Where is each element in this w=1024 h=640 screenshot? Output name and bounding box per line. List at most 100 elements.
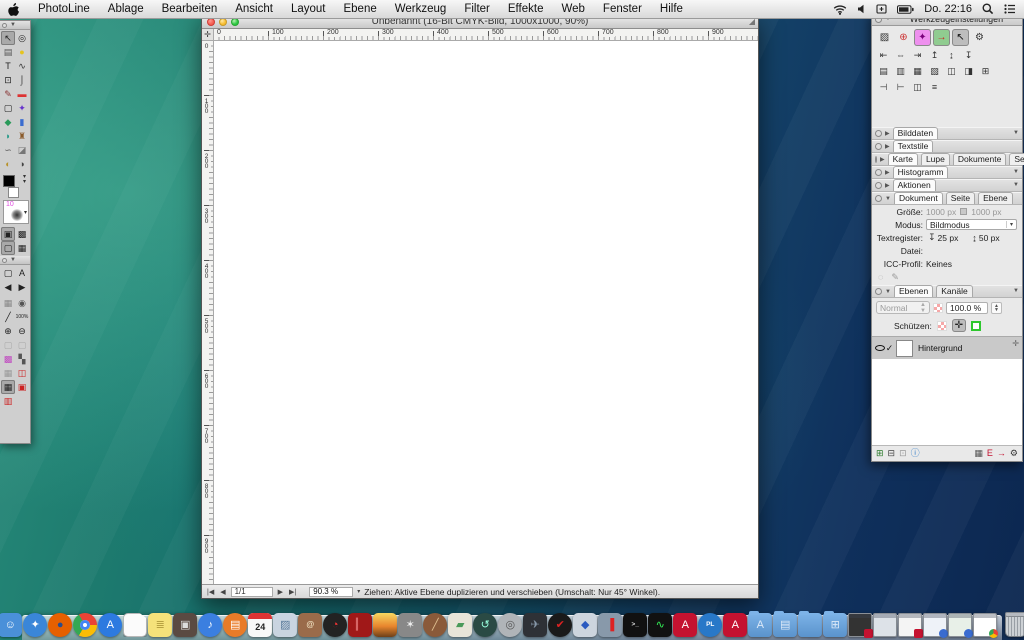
dock-ibooks[interactable]: ▤ (223, 613, 247, 637)
ruler-origin-icon[interactable]: ✛ (202, 29, 214, 41)
tab-histogramm[interactable]: Histogramm (893, 166, 949, 178)
camera-icon[interactable]: ◉ (15, 296, 29, 310)
close-button[interactable] (875, 182, 882, 189)
expand-icon[interactable]: ▶ (880, 156, 885, 163)
menubar-clock[interactable]: Do. 22:16 (924, 3, 972, 15)
canvas[interactable] (214, 41, 758, 584)
space-h-icon[interactable]: ⊣ (877, 81, 890, 93)
size-height-value[interactable]: 1000 px (971, 207, 1001, 217)
dock-finder[interactable]: ☺ (0, 613, 22, 637)
layer-mask-icon[interactable]: ▣ (1, 227, 15, 241)
dock-remote-desktop[interactable]: ▐ (598, 613, 622, 637)
tab-seiten[interactable]: Seiten (1009, 153, 1024, 165)
expand-icon[interactable]: ▶ (885, 182, 890, 189)
next-page-button[interactable]: ▶ (277, 588, 284, 596)
expand-icon[interactable]: ▶ (885, 169, 890, 176)
dock-minimized-window-1[interactable] (873, 613, 897, 637)
size-match-icon[interactable]: ◫ (911, 81, 924, 93)
dock-photoline[interactable]: PL (698, 613, 722, 637)
palette-collapse-icon[interactable]: ▼ (10, 22, 16, 28)
distribute-middle-icon[interactable]: ◫ (945, 65, 958, 77)
input-source-icon[interactable] (876, 4, 887, 14)
dock-iphoto[interactable] (373, 613, 397, 637)
layer-expand-icon[interactable]: ✛ (1012, 339, 1019, 348)
image-layer-button[interactable]: ▦ (974, 449, 983, 458)
menu-item[interactable]: Filter (455, 3, 499, 15)
smudge-tool[interactable]: ∽ (1, 143, 15, 157)
dock-maps[interactable]: ▰ (448, 613, 472, 637)
dock-stickies[interactable]: ≣ (148, 613, 172, 637)
background-color-swatch[interactable] (8, 187, 19, 198)
select-tool[interactable]: ↖ (1, 31, 15, 45)
size-width-value[interactable]: 1000 px (926, 207, 956, 217)
distribute-space-icon[interactable]: ⊞ (979, 65, 992, 77)
menu-item[interactable]: Web (552, 3, 593, 15)
trash-icon[interactable]: ◌ (878, 273, 883, 282)
magic-wand-tool[interactable]: ✦ (15, 101, 29, 115)
gear-icon[interactable]: ⚙ (971, 29, 988, 46)
line-icon[interactable]: ╱ (1, 310, 15, 324)
dock-folder-generic[interactable] (798, 613, 822, 637)
eraser-tool[interactable]: ◪ (15, 143, 29, 157)
menu-item[interactable]: PhotoLine (29, 3, 99, 15)
close-button[interactable] (875, 130, 882, 137)
fill-tool[interactable]: ◆ (1, 115, 15, 129)
sub-panel-collapse-icon[interactable]: ▼ (10, 257, 16, 263)
textregister-value-2[interactable]: 50 px (979, 233, 1000, 243)
battery-icon[interactable] (897, 5, 914, 14)
arrow-option-button[interactable]: → (933, 29, 950, 46)
brush-dropdown-icon[interactable]: ▾ (24, 209, 27, 216)
textregister-value-1[interactable]: 25 px (938, 233, 959, 243)
wifi-icon[interactable] (833, 4, 847, 15)
panel-menu-icon[interactable]: ▼ (1013, 288, 1019, 294)
last-page-button[interactable]: ▶| (288, 588, 297, 596)
distribute-top-icon[interactable]: ▧ (928, 65, 941, 77)
protect-transparency-icon[interactable] (937, 321, 947, 331)
grid-on-icon[interactable]: ▦ (1, 380, 15, 394)
dock-chrome[interactable] (73, 613, 97, 637)
dock-minimized-window-adobe-2[interactable] (898, 613, 922, 637)
space-v-icon[interactable]: ⊢ (894, 81, 907, 93)
tab-ebene[interactable]: Ebene (978, 192, 1013, 204)
icc-value[interactable]: Keines (926, 259, 952, 269)
layer-settings-button[interactable]: ⚙ (1010, 449, 1018, 458)
red-overlay-icon[interactable]: ▥ (1, 394, 15, 408)
dock-garageband[interactable]: ╱ (423, 613, 447, 637)
dock-libreoffice[interactable] (123, 613, 147, 637)
panel-menu-icon[interactable]: ▼ (1013, 130, 1019, 136)
dock-timemachine[interactable]: ↺ (473, 613, 497, 637)
dock-firefox[interactable]: ● (48, 613, 72, 637)
menu-item[interactable]: Werkzeug (386, 3, 456, 15)
prev-page-button[interactable]: ◀ (1, 280, 15, 294)
zoom-in-button[interactable]: ⊕ (1, 324, 15, 338)
dock-safari[interactable]: ✦ (23, 613, 47, 637)
tab-dokumente[interactable]: Dokumente (953, 153, 1006, 165)
next-page-button[interactable]: ▶ (15, 280, 29, 294)
dock-terminal[interactable]: >_ (623, 613, 647, 637)
close-button[interactable] (875, 156, 877, 163)
tile-view-icon[interactable]: ▦ (1, 296, 15, 310)
distribute-center-icon[interactable]: ▥ (894, 65, 907, 77)
menu-item[interactable]: Ebene (334, 3, 385, 15)
dock-utility[interactable]: ◎ (498, 613, 522, 637)
healing-tool[interactable]: ▬ (15, 87, 29, 101)
tab-aktionen[interactable]: Aktionen (893, 179, 936, 191)
layer-row-hintergrund[interactable]: ✓ Hintergrund ✛ (872, 337, 1022, 359)
crop-tool[interactable]: ⊡ (1, 73, 15, 87)
layer-thumbnail[interactable] (896, 340, 913, 357)
collapse-icon[interactable]: ▼ (885, 196, 891, 202)
dock-folder-windows[interactable]: ⊞ (823, 613, 847, 637)
adjustment-layer-button[interactable]: → (997, 449, 1006, 458)
duplicate-layer-button[interactable]: ⊡ (899, 449, 907, 458)
dock-virtualbox[interactable]: ◆ (573, 613, 597, 637)
palette-close-button[interactable] (2, 23, 7, 28)
close-button[interactable] (875, 169, 882, 176)
stamp-tool[interactable]: ♜ (15, 129, 29, 143)
page-back-icon[interactable]: ▢ (1, 338, 15, 352)
dock-folder-applications[interactable]: A (748, 613, 772, 637)
tab-textstile[interactable]: Textstile (893, 140, 934, 152)
dock-imovie[interactable]: ✶ (398, 613, 422, 637)
tab-dokument[interactable]: Dokument (894, 192, 943, 204)
expand-icon[interactable]: ▶ (885, 143, 890, 150)
dock-frontrow[interactable]: ▎ (348, 613, 372, 637)
